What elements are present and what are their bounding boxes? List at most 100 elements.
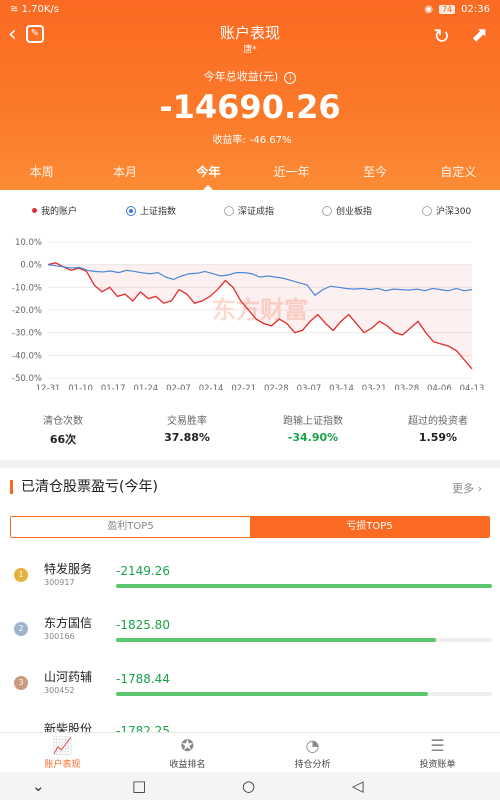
tab-this-week[interactable]: 本周: [0, 160, 83, 190]
performance-chart[interactable]: 10.0% 0.0% -10.0% -20.0% -30.0% -40.0% -50.0%1…: [0, 230, 500, 390]
tab-custom[interactable]: 自定义: [417, 160, 500, 190]
nav-profit-ranking[interactable]: ✪ 收益排名: [125, 733, 250, 772]
return-rate-value: -46.67%: [249, 135, 292, 146]
x-tick-label: 04-13: [460, 384, 485, 390]
tab-to-date[interactable]: 至今: [333, 160, 416, 190]
top-nav: ‹ ✎ 账户表现 唐* ↻ ⬈: [0, 18, 500, 58]
status-bar: ≋ 1.70K/s ◉ 74 02:36: [0, 0, 500, 20]
stat-beat-investors: 超过的投资者 1.59%: [383, 412, 493, 444]
x-tick-label: 02-28: [264, 384, 289, 390]
stock-pnl: -1788.44: [116, 672, 170, 686]
list-item[interactable]: 1 特发服务 300917 -2149.26: [0, 560, 500, 612]
y-tick-label: 0.0%: [20, 261, 42, 271]
list-item[interactable]: 3 山河药辅 300452 -1788.44: [0, 668, 500, 720]
my-account-area: [48, 262, 472, 369]
return-rate-label: 收益率:: [212, 135, 246, 146]
list-item[interactable]: 2 东方国信 300166 -1825.80: [0, 614, 500, 666]
tab-this-month[interactable]: 本月: [83, 160, 166, 190]
tab-profit-top5[interactable]: 盈利TOP5: [11, 517, 250, 537]
pnl-bar-track: [116, 584, 492, 588]
radio-csi300[interactable]: 沪深300: [422, 204, 471, 217]
share-icon[interactable]: ⬈: [471, 22, 488, 46]
pnl-bar: [116, 638, 436, 642]
y-tick-label: 10.0%: [15, 238, 42, 248]
cleared-stocks-card: 已清仓股票盈亏(今年) 更多 › 盈利TOP5 亏损TOP5 1 特发服务 30…: [0, 468, 500, 738]
refresh-icon[interactable]: ↻: [433, 24, 450, 48]
nav-investment-bill[interactable]: ☰ 投资账单: [375, 733, 500, 772]
stock-name: 山河药辅: [44, 670, 93, 684]
stat-value: 37.88%: [164, 431, 210, 444]
nav-label: 收益排名: [169, 760, 206, 770]
radio-label: 创业板指: [336, 207, 373, 217]
radio-label: 深证成指: [238, 207, 275, 217]
stats-row: 清仓次数 66次 交易胜率 37.88% 跑输上证指数 -34.90% 超过的投…: [0, 412, 500, 452]
tab-last-year[interactable]: 近一年: [250, 160, 333, 190]
more-label: 更多: [452, 482, 475, 495]
radio-icon: [422, 205, 432, 216]
more-link[interactable]: 更多 ›: [452, 480, 482, 496]
system-nav-bar: ⌄ □ ○ ◁: [0, 772, 500, 800]
nav-label: 账户表现: [44, 760, 81, 770]
nav-account-performance[interactable]: 📈 账户表现: [0, 733, 125, 772]
page-title: 账户表现: [219, 24, 280, 42]
recents-square-icon[interactable]: □: [132, 777, 146, 795]
stat-value: 66次: [49, 433, 77, 446]
radio-icon: [224, 205, 234, 216]
home-circle-icon[interactable]: ○: [242, 777, 255, 795]
stat-label: 清仓次数: [43, 416, 83, 427]
tab-loss-top5[interactable]: 亏损TOP5: [250, 517, 489, 537]
period-tabs: 本周 本月 今年 近一年 至今 自定义: [0, 160, 500, 190]
clock: 02:36: [461, 4, 490, 15]
info-icon[interactable]: i: [284, 72, 297, 84]
chevron-down-icon[interactable]: ⌄: [32, 777, 45, 795]
y-tick-label: -30.0%: [12, 329, 42, 339]
performance-card: 我的账户 上证指数 深证成指 创业板指 沪深300 10.0% 0.0% -10.0…: [0, 190, 500, 460]
stock-pnl: -1825.80: [116, 618, 170, 632]
x-tick-label: 01-10: [68, 384, 93, 390]
x-tick-label: 03-28: [394, 384, 419, 390]
back-triangle-icon[interactable]: ◁: [352, 777, 364, 795]
document-icon: ☰: [430, 736, 445, 755]
y-tick-label: -50.0%: [12, 374, 42, 384]
medal-icon: ✪: [180, 736, 195, 755]
x-tick-label: 02-07: [166, 384, 191, 390]
radio-label: 沪深300: [436, 207, 472, 217]
pnl-bar: [116, 584, 492, 588]
stock-code: 300452: [44, 686, 75, 695]
red-dot-icon: [32, 208, 37, 213]
x-tick-label: 04-06: [427, 384, 452, 390]
radio-shanghai-index[interactable]: 上证指数: [126, 204, 176, 217]
chevron-right-icon: ›: [477, 482, 482, 495]
pnl-bar-track: [116, 638, 492, 642]
status-left: ≋ 1.70K/s: [10, 4, 59, 15]
account-name: 唐*: [243, 45, 257, 55]
nav-position-analysis[interactable]: ◔ 持仓分析: [250, 733, 375, 772]
y-tick-label: -40.0%: [12, 351, 42, 361]
status-right: ◉ 74 02:36: [424, 4, 490, 15]
gold-medal-icon: 1: [14, 568, 28, 582]
stat-win-rate: 交易胜率 37.88%: [132, 412, 242, 444]
radio-shenzhen-index[interactable]: 深证成指: [224, 204, 274, 217]
return-rate: 收益率: -46.67%: [0, 131, 500, 146]
radio-icon: [322, 205, 332, 216]
total-profit-value: -14690.26: [159, 88, 341, 126]
radio-chinext-index[interactable]: 创业板指: [322, 204, 372, 217]
silver-medal-icon: 2: [14, 622, 28, 636]
stat-value: -34.90%: [287, 431, 339, 444]
x-tick-label: 03-07: [297, 384, 322, 390]
stock-pnl: -2149.26: [116, 564, 170, 578]
radio-selected-icon: [126, 205, 136, 216]
bronze-medal-icon: 3: [14, 676, 28, 690]
x-tick-label: 01-24: [133, 384, 158, 390]
benchmark-selector: 我的账户 上证指数 深证成指 创业板指 沪深300: [0, 204, 500, 220]
total-profit-label: 今年总收益(元): [203, 70, 279, 83]
nav-label: 持仓分析: [294, 760, 331, 770]
network-speed: 1.70K/s: [21, 4, 59, 15]
eye-icon: ◉: [424, 4, 433, 15]
x-tick-label: 03-14: [329, 384, 354, 390]
stat-label: 跑输上证指数: [283, 416, 343, 427]
total-profit-label-row: 今年总收益(元) i: [0, 68, 500, 84]
x-tick-label: 03-21: [362, 384, 387, 390]
tab-this-year[interactable]: 今年: [167, 160, 250, 190]
radio-label: 上证指数: [140, 207, 177, 217]
